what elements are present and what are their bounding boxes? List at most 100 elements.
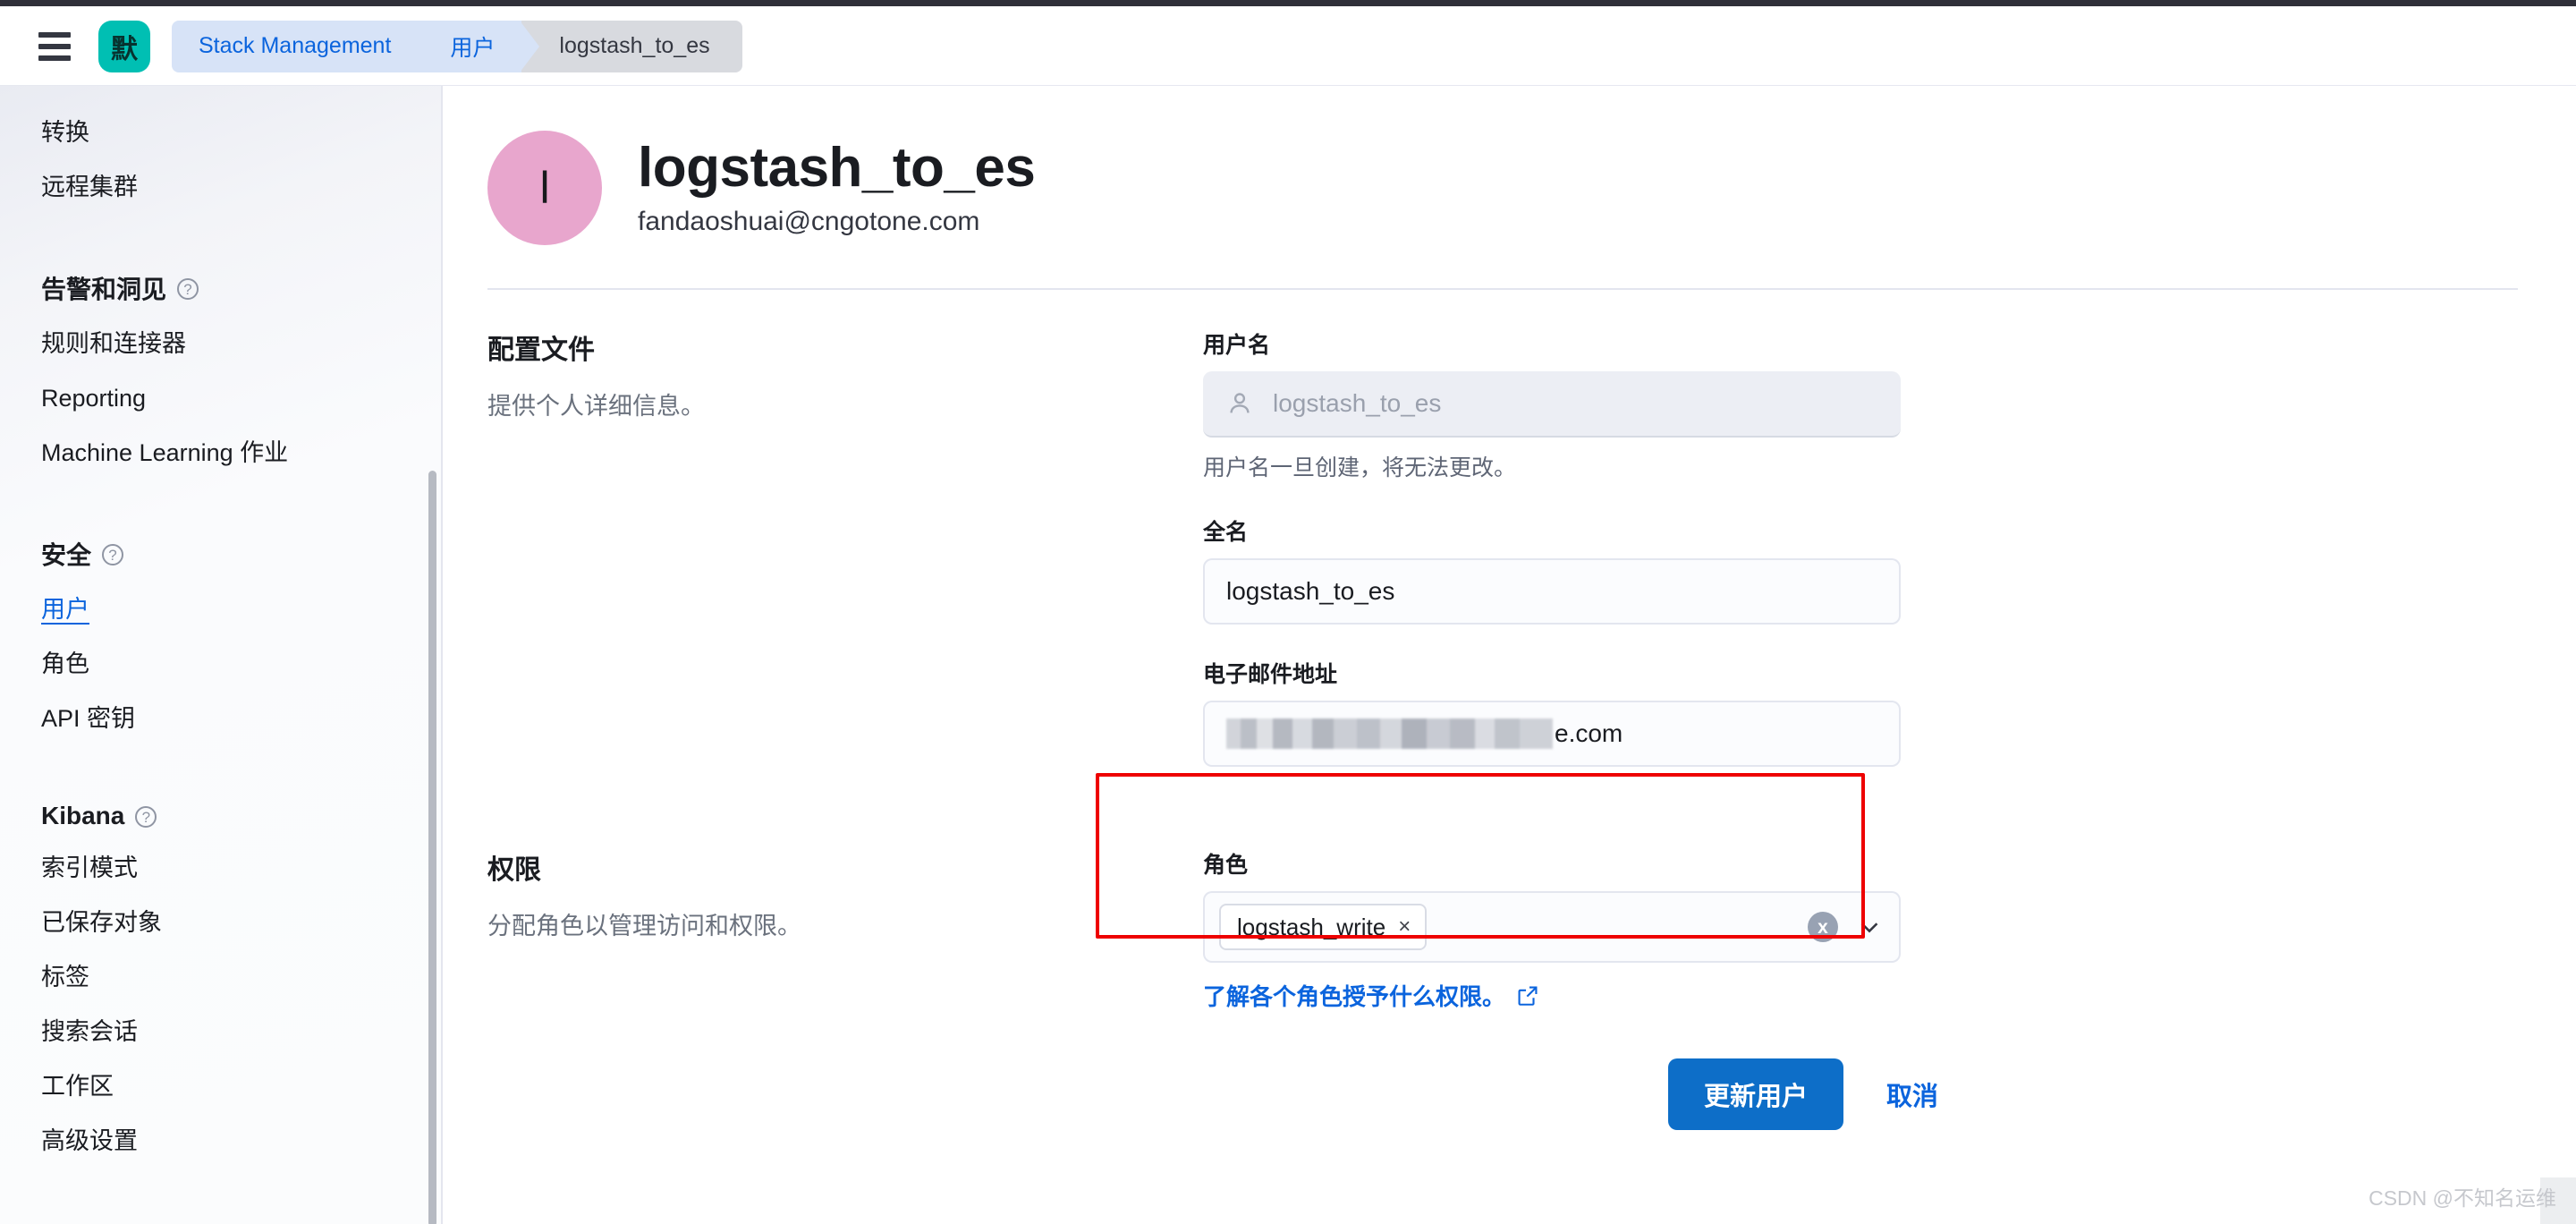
combobox-actions: x (1808, 912, 1883, 942)
user-icon (1226, 390, 1253, 417)
roles-combobox[interactable]: logstash_write × x (1203, 891, 1901, 963)
breadcrumb-label: 用户 (450, 30, 495, 63)
fullname-label: 全名 (1203, 514, 1901, 547)
clear-selection-icon[interactable]: x (1808, 912, 1838, 942)
sidebar-scrollbar[interactable] (428, 471, 436, 1224)
roles-label: 角色 (1203, 847, 1901, 880)
role-pill-remove-icon[interactable]: × (1398, 916, 1411, 938)
permissions-section-description: 权限 分配角色以管理访问和权限。 (487, 847, 1203, 1012)
profile-section-text: 提供个人详细信息。 (487, 389, 1167, 424)
chevron-down-icon[interactable] (1856, 914, 1883, 940)
sidebar-group-security: 安全 ? (41, 522, 442, 582)
hamburger-bar (38, 44, 71, 49)
hamburger-menu-icon[interactable] (34, 26, 75, 67)
redaction-block (1226, 718, 1553, 749)
username-field-group: 用户名 logstash_to_es 用户名一旦创建，将无法更改。 (1203, 327, 1901, 482)
form-actions: 更新用户 取消 (1668, 1058, 2576, 1130)
sidebar-item-label: 转换 (41, 119, 89, 146)
sidebar-item-label: 搜索会话 (41, 1018, 138, 1045)
sidebar-group-label: 告警和洞见 (41, 270, 166, 306)
sidebar-item-saved-objects[interactable]: 已保存对象 (41, 896, 442, 950)
fullname-value: logstash_to_es (1226, 577, 1394, 606)
sidebar-item-label: 规则和连接器 (41, 330, 186, 357)
permissions-section: 权限 分配角色以管理访问和权限。 角色 logstash_write × x (443, 847, 2576, 1012)
sidebar-item-roles[interactable]: 角色 (41, 637, 442, 692)
profile-section: 配置文件 提供个人详细信息。 用户名 logstash_to_es (443, 327, 2576, 799)
sidebar-item-tags[interactable]: 标签 (41, 950, 442, 1005)
sidebar-item-label: API 密钥 (41, 705, 135, 732)
hamburger-bar (38, 55, 71, 61)
profile-section-title: 配置文件 (487, 327, 1167, 367)
help-circle-icon[interactable]: ? (177, 278, 199, 300)
page-subtitle-email: fandaoshuai@cngotone.com (638, 207, 1035, 237)
role-pill-label: logstash_write (1237, 914, 1385, 941)
sidebar-item-spaces[interactable]: 工作区 (41, 1059, 442, 1114)
username-input: logstash_to_es (1203, 371, 1901, 438)
breadcrumb-chevron-icon (416, 21, 437, 72)
cancel-button[interactable]: 取消 (1877, 1075, 1947, 1113)
sidebar-group-stack: Stack ? (41, 1210, 442, 1224)
header-divider (487, 288, 2518, 290)
avatar-initial: l (539, 162, 549, 214)
space-avatar-button[interactable]: 默 (98, 21, 150, 72)
email-redacted-value: e.com (1226, 718, 1623, 749)
breadcrumb-chevron-icon (520, 21, 541, 72)
update-user-button[interactable]: 更新用户 (1668, 1058, 1843, 1130)
sidebar-item-label: Machine Learning 作业 (41, 439, 288, 466)
help-circle-icon[interactable]: ? (135, 806, 157, 828)
email-label: 电子邮件地址 (1203, 657, 1901, 689)
page-title: logstash_to_es (638, 139, 1035, 199)
roles-help-link[interactable]: 了解各个角色授予什么权限。 (1203, 979, 1539, 1012)
sidebar-item-search-sessions[interactable]: 搜索会话 (41, 1005, 442, 1059)
permissions-section-title: 权限 (487, 847, 1167, 887)
sidebar-group-kibana: Kibana ? (41, 787, 442, 841)
sidebar-item-label: 用户 (41, 596, 89, 623)
space-avatar-label: 默 (111, 27, 138, 66)
sidebar-item-label: 标签 (41, 964, 89, 990)
sidebar-item-reporting[interactable]: Reporting (41, 371, 442, 426)
breadcrumb-item-stack-management[interactable]: Stack Management (172, 21, 418, 72)
sidebar-item-remote-clusters[interactable]: 远程集群 (41, 160, 442, 215)
main-content: l logstash_to_es fandaoshuai@cngotone.co… (443, 86, 2576, 1224)
kibana-app-window: 默 Stack Management 用户 (0, 0, 2576, 1224)
help-circle-icon[interactable]: ? (102, 544, 123, 565)
roles-help-link-label: 了解各个角色授予什么权限。 (1203, 979, 1505, 1012)
sidebar-item-label: 高级设置 (41, 1127, 138, 1154)
sidebar-item-api-keys[interactable]: API 密钥 (41, 692, 442, 746)
breadcrumb-label: Stack Management (199, 33, 391, 59)
sidebar-group-alerts-insights: 告警和洞见 ? (41, 256, 442, 317)
fullname-input[interactable]: logstash_to_es (1203, 558, 1901, 625)
browser-top-strip (0, 0, 2576, 6)
sidebar-divider (441, 86, 443, 1224)
breadcrumb-label: logstash_to_es (559, 33, 709, 59)
email-input[interactable]: e.com (1203, 701, 1901, 767)
breadcrumb: Stack Management 用户 logstash_to_es (172, 21, 742, 72)
sidebar-item-label: 远程集群 (41, 174, 138, 200)
profile-section-description: 配置文件 提供个人详细信息。 (487, 327, 1203, 799)
sidebar-item-label: Reporting (41, 385, 146, 412)
sidebar-scrollbar-thumb[interactable] (428, 471, 436, 1224)
fullname-field-group: 全名 logstash_to_es (1203, 514, 1901, 625)
sidebar-item-machine-learning-jobs[interactable]: Machine Learning 作业 (41, 426, 442, 480)
role-pill-logstash-write[interactable]: logstash_write × (1219, 904, 1427, 950)
username-help-text: 用户名一旦创建，将无法更改。 (1203, 450, 1901, 482)
sidebar-item-label: 已保存对象 (41, 909, 162, 936)
sidebar-group-label: 安全 (41, 536, 91, 572)
sidebar-item-transform[interactable]: 转换 (41, 106, 442, 160)
sidebar-nav-list: 转换 远程集群 告警和洞见 ? 规则和连接器 Reporting Machine… (0, 86, 442, 1224)
profile-fields: 用户名 logstash_to_es 用户名一旦创建，将无法更改。 全名 (1203, 327, 1901, 799)
user-avatar: l (487, 131, 602, 245)
sidebar-item-index-patterns[interactable]: 索引模式 (41, 841, 442, 896)
sidebar-group-label: Kibana (41, 802, 124, 830)
sidebar-item-users[interactable]: 用户 (41, 582, 442, 637)
breadcrumb-item-current: logstash_to_es (521, 21, 741, 72)
email-visible-suffix: e.com (1555, 719, 1623, 748)
username-value: logstash_to_es (1273, 389, 1441, 418)
app-header: 默 Stack Management 用户 (0, 6, 2576, 86)
sidebar-item-advanced-settings[interactable]: 高级设置 (41, 1114, 442, 1169)
sidebar-item-label: 角色 (41, 650, 89, 677)
sidebar-item-rules-connectors[interactable]: 规则和连接器 (41, 317, 442, 371)
user-page-header: l logstash_to_es fandaoshuai@cngotone.co… (443, 86, 2576, 245)
username-label: 用户名 (1203, 327, 1901, 360)
management-sidebar: 转换 远程集群 告警和洞见 ? 规则和连接器 Reporting Machine… (0, 86, 442, 1224)
